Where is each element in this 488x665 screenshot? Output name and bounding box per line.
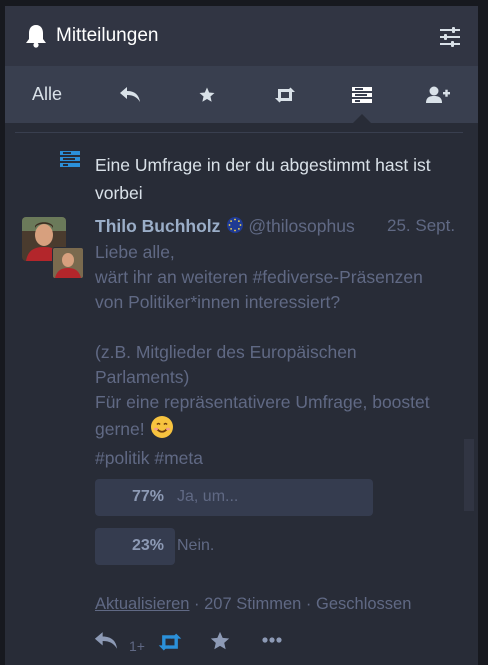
active-tab-indicator: [353, 114, 371, 123]
content-text: gerne!: [95, 419, 145, 439]
column-header: Mitteilungen: [5, 6, 478, 66]
reply-icon: [120, 86, 140, 102]
eu-flag-icon: [226, 216, 244, 239]
tab-favourites[interactable]: [177, 66, 237, 123]
poll-percent: 23%: [131, 537, 164, 554]
tab-mentions[interactable]: [100, 66, 160, 123]
column-title: Mitteilungen: [56, 25, 159, 46]
status-content: Liebe alle, wärt ihr an weiteren #fedive…: [95, 240, 465, 471]
follow-icon: [426, 86, 450, 103]
reply-count: 1+: [129, 638, 145, 654]
bell-icon: [26, 25, 46, 48]
boost-icon[interactable]: [157, 633, 183, 651]
star-icon[interactable]: [209, 630, 231, 652]
tab-all-label: Alle: [31, 84, 62, 104]
content-line: gerne!: [95, 415, 465, 446]
hashtag-link[interactable]: #politik: [95, 448, 149, 468]
content-line: wärt ihr an weiteren #fediverse-Präsenze…: [95, 267, 423, 287]
poll-percent: 77%: [131, 488, 164, 505]
notification-message: Eine Umfrage in der du abgestimmt hast i…: [95, 155, 431, 203]
poll-footer: Aktualisieren · 207 Stimmen · Geschlosse…: [95, 595, 411, 614]
status-author[interactable]: Thilo Buchholz @thilosophus: [95, 216, 355, 239]
refresh-link[interactable]: Aktualisieren: [95, 595, 189, 613]
status-date[interactable]: 25. Sept.: [387, 216, 455, 236]
content-line: (z.B. Mitglieder des Europäischen: [95, 342, 357, 362]
content-line: Liebe alle,: [95, 242, 175, 262]
tab-all[interactable]: Alle: [17, 66, 77, 123]
poll-icon: [352, 86, 372, 103]
star-icon: [199, 87, 215, 102]
poll-icon: [60, 151, 80, 167]
content-line: #politik #meta: [95, 446, 465, 471]
sliders-icon[interactable]: [439, 26, 461, 48]
tab-follows[interactable]: [408, 66, 468, 123]
account-avatar[interactable]: [52, 247, 84, 279]
hashtag-link[interactable]: #meta: [154, 448, 203, 468]
scrollbar-thumb[interactable]: [464, 439, 474, 511]
more-icon[interactable]: [262, 636, 282, 644]
reply-all-icon[interactable]: [93, 631, 119, 651]
notifications-column: Mitteilungen Alle Eine Umfrage in der du…: [5, 6, 478, 665]
content-line: Parlaments): [95, 367, 190, 387]
divider: [15, 132, 463, 133]
poll-option-label: Nein.: [177, 537, 215, 554]
content-line: von Politiker*innen interessiert?: [95, 292, 341, 312]
tab-boosts[interactable]: [255, 66, 315, 123]
smiling-emoji-icon: [150, 415, 174, 446]
poll-option-label: Ja, um...: [177, 488, 239, 505]
display-name[interactable]: Thilo Buchholz: [95, 216, 220, 236]
poll-meta: · 207 Stimmen · Geschlossen: [189, 595, 412, 613]
filter-bar: Alle: [5, 66, 478, 123]
boost-icon: [275, 87, 295, 102]
content-line: Für eine repräsentativere Umfrage, boost…: [95, 392, 430, 412]
account-handle[interactable]: @thilosophus: [248, 216, 354, 236]
